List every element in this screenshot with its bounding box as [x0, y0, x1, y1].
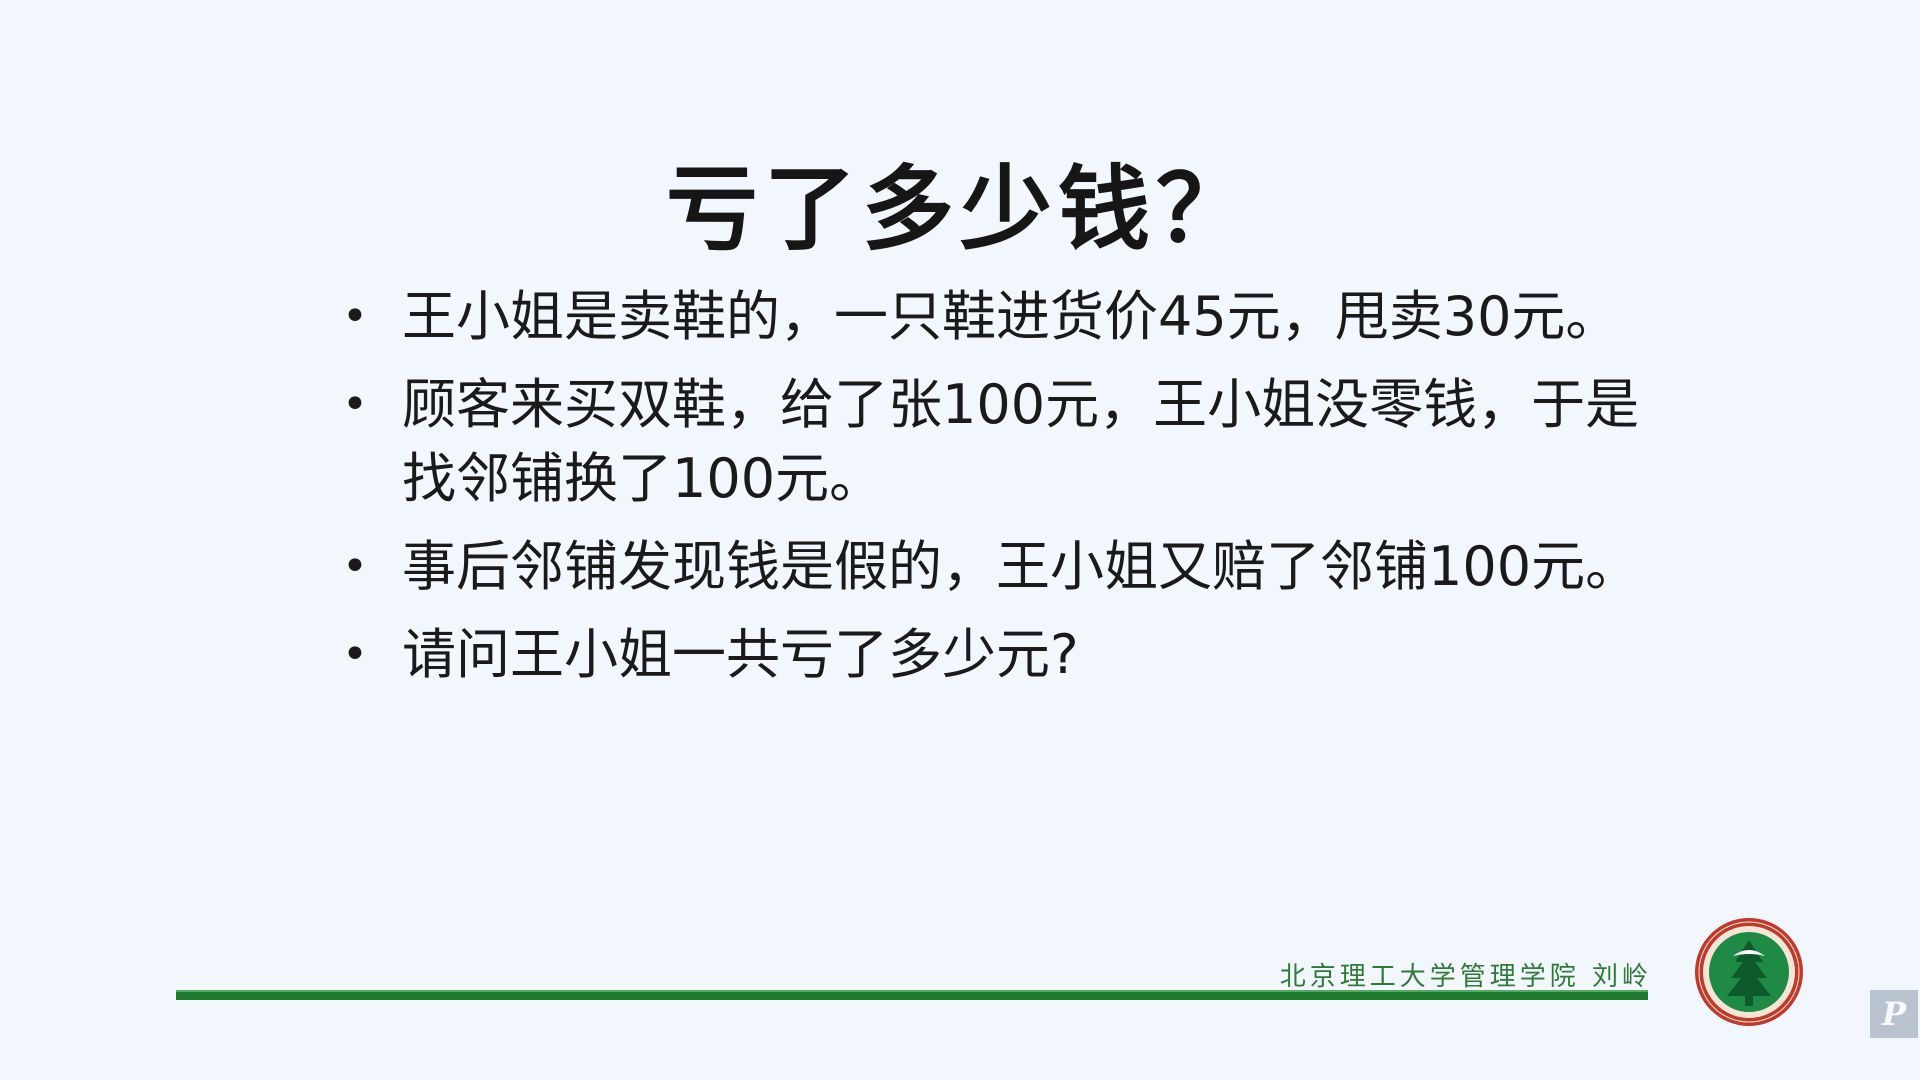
slide-title: 亏了多少钱？: [665, 156, 1254, 263]
bullet-marker: •: [342, 629, 368, 680]
footer-institution: 北京理工大学管理学院 刘岭: [1279, 962, 1652, 992]
bullet-text: 顾客来买双鞋，给了张100元，王小姐没零钱，于是找邻铺换了100元。: [402, 373, 1640, 510]
slide: 亏了多少钱？ • 王小姐是卖鞋的，一只鞋进货价45元，甩卖30元。 • 顾客来买…: [0, 0, 1920, 1080]
bullet-marker: •: [342, 541, 368, 592]
bullet-text: 王小姐是卖鞋的，一只鞋进货价45元，甩卖30元。: [402, 285, 1620, 348]
bullet-item: • 顾客来买双鞋，给了张100元，王小姐没零钱，于是找邻铺换了100元。: [340, 368, 1680, 516]
bullet-item: • 事后邻铺发现钱是假的，王小姐又赔了邻铺100元。: [340, 530, 1680, 604]
bullet-list: • 王小姐是卖鞋的，一只鞋进货价45元，甩卖30元。 • 顾客来买双鞋，给了张1…: [340, 280, 1680, 706]
bullet-marker: •: [342, 291, 368, 342]
university-seal-icon: [1695, 918, 1803, 1026]
bullet-item: • 请问王小姐一共亏了多少元?: [340, 618, 1680, 692]
pp-app-icon[interactable]: P: [1870, 990, 1918, 1038]
footer-divider: [176, 990, 1648, 1000]
bullet-item: • 王小姐是卖鞋的，一只鞋进货价45元，甩卖30元。: [340, 280, 1680, 354]
bullet-text: 事后邻铺发现钱是假的，王小姐又赔了邻铺100元。: [402, 535, 1640, 598]
bullet-marker: •: [342, 379, 368, 430]
bullet-text: 请问王小姐一共亏了多少元?: [402, 623, 1079, 686]
